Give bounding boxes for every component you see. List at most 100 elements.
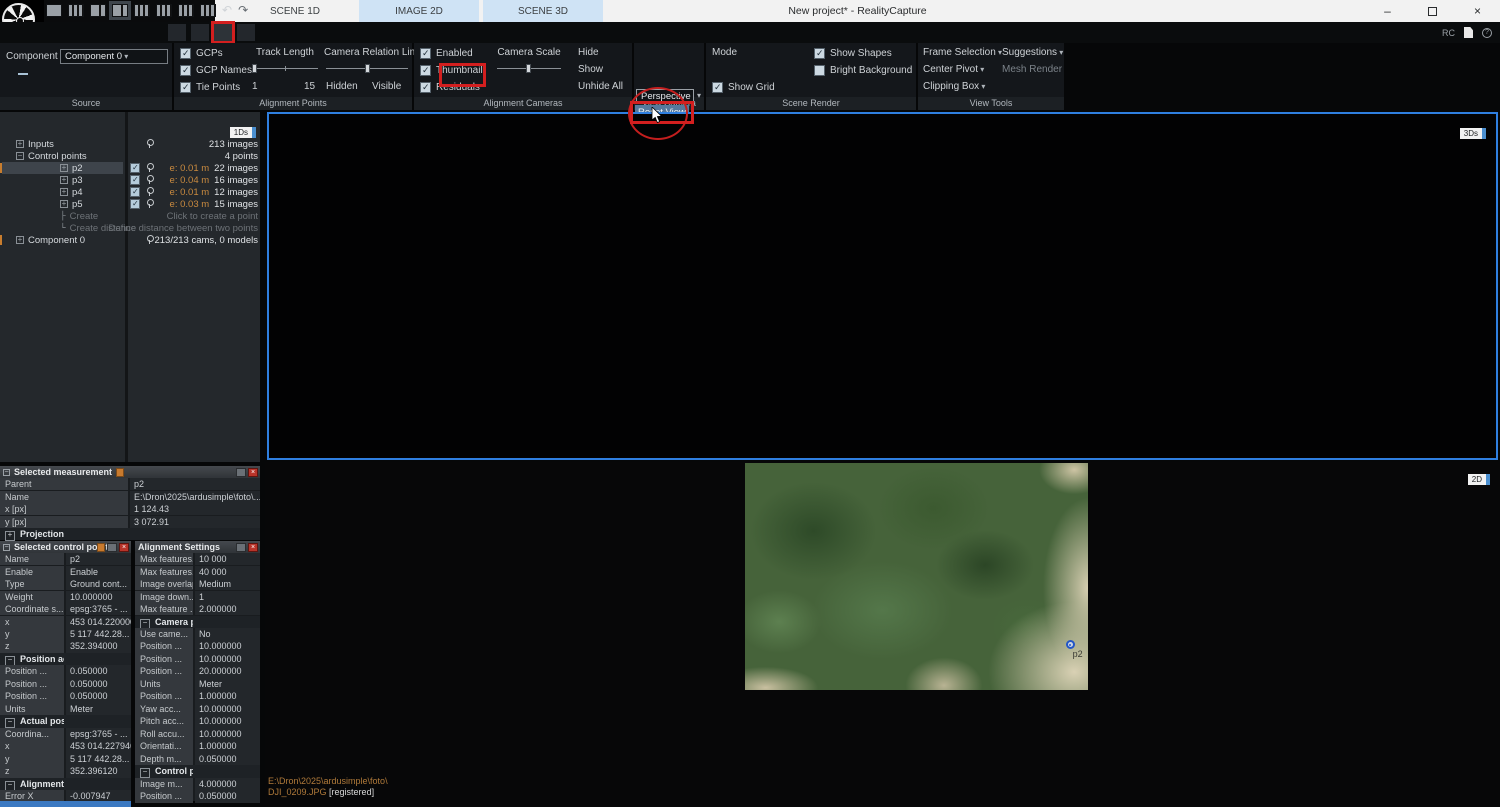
scene-3d-viewport[interactable]: 3Ds xyxy=(267,112,1498,460)
property-row[interactable]: x 453 014.227946 xyxy=(0,740,131,752)
source-color-button[interactable] xyxy=(60,73,70,75)
tree-row[interactable]: + p2 e: 0.01 m 22 images xyxy=(0,162,260,174)
property-row[interactable]: Use came... No xyxy=(135,628,260,640)
ribbon-tab[interactable] xyxy=(68,22,92,43)
expander-icon[interactable]: └ xyxy=(60,224,66,232)
expander-icon[interactable]: + xyxy=(60,176,68,184)
property-row[interactable]: z 352.396120 xyxy=(0,765,131,777)
mesh-render-button[interactable]: Mesh Render xyxy=(1002,64,1062,75)
property-row[interactable]: Position ... 1.000000 xyxy=(135,690,260,702)
bright-background-checkbox[interactable]: Bright Background xyxy=(814,64,912,77)
layout-preset-2-icon[interactable] xyxy=(68,4,84,17)
tree-checkbox-icon[interactable] xyxy=(130,175,140,185)
show-shapes-checkbox[interactable]: Show Shapes xyxy=(814,47,892,60)
property-row[interactable]: Name p2 xyxy=(0,553,131,565)
expander-icon[interactable]: + xyxy=(60,164,68,172)
ribbon-tab[interactable] xyxy=(140,22,164,43)
center-pivot-dropdown[interactable]: Center Pivot xyxy=(923,64,984,75)
track-length-slider[interactable] xyxy=(252,64,318,73)
ribbon-tab[interactable] xyxy=(116,22,140,43)
collapse-icon[interactable]: − xyxy=(3,469,10,476)
layout-preset-8-icon[interactable] xyxy=(200,4,216,17)
expander-icon[interactable]: − xyxy=(16,152,24,160)
tree-row[interactable]: ├ Create Click to create a point xyxy=(0,210,260,222)
tree-checkbox-icon[interactable] xyxy=(130,199,140,209)
layout-preset-1-icon[interactable] xyxy=(46,4,62,17)
undo-icon[interactable]: ↶ xyxy=(222,4,232,17)
property-row[interactable]: Actual position xyxy=(0,715,131,727)
projection-select[interactable]: Perspective xyxy=(636,89,694,104)
expander-icon[interactable]: + xyxy=(60,200,68,208)
property-row[interactable]: Coordinate s... epsg:3765 - ... xyxy=(0,603,131,615)
property-row[interactable]: Depth m... 0.050000 xyxy=(135,753,260,765)
layout-preset-3-icon[interactable] xyxy=(90,4,106,17)
property-row[interactable]: Coordina... epsg:3765 - ... xyxy=(0,728,131,740)
frame-selection-dropdown[interactable]: Frame Selection xyxy=(923,47,1002,58)
camera-relation-lines-slider[interactable] xyxy=(326,64,408,73)
control-point-marker[interactable] xyxy=(1066,640,1075,649)
redo-icon[interactable]: ↷ xyxy=(238,4,248,17)
property-row[interactable]: Position ... 0.050000 xyxy=(0,665,131,677)
source-color-button[interactable] xyxy=(32,73,42,75)
property-row[interactable]: Position ... 0.050000 xyxy=(0,690,131,702)
expander-icon[interactable]: + xyxy=(16,236,24,244)
property-row[interactable]: Image overlap Medium xyxy=(135,578,260,590)
property-row[interactable]: z 352.394000 xyxy=(0,640,131,652)
property-row[interactable]: Position ... 0.050000 xyxy=(0,678,131,690)
property-row[interactable]: Weight 10.000000 xyxy=(0,591,131,603)
ribbon-checkbox-row[interactable]: Enabled xyxy=(420,47,483,60)
property-row[interactable]: Position ... 20.000000 xyxy=(135,665,260,677)
property-row[interactable]: Units Meter xyxy=(0,703,131,715)
slider-handle[interactable] xyxy=(365,64,370,73)
component-select[interactable]: Component 0 xyxy=(60,49,168,64)
property-row[interactable]: Camera prior settings xyxy=(135,616,260,628)
dock-icon[interactable] xyxy=(107,543,117,552)
ribbon-checkbox-row[interactable]: GCP Names xyxy=(180,64,252,77)
alignment-settings-header[interactable]: Alignment Settings × xyxy=(135,541,260,553)
property-row[interactable]: Yaw acc... 10.000000 xyxy=(135,703,260,715)
property-row[interactable]: y 5 117 442.28... xyxy=(0,628,131,640)
selected-measurement-header[interactable]: − Selected measurement × xyxy=(0,466,260,478)
slider-handle[interactable] xyxy=(252,64,257,73)
tree-row[interactable]: − Control points 4 points xyxy=(0,150,260,162)
unhide-all-button[interactable]: Unhide All xyxy=(578,81,623,92)
layout-preset-4-icon[interactable] xyxy=(112,4,128,17)
layout-preset-6-icon[interactable] xyxy=(156,4,172,17)
property-row[interactable]: Enable Enable xyxy=(0,566,131,578)
dock-icon[interactable] xyxy=(236,468,246,477)
suggestions-dropdown[interactable]: Suggestions xyxy=(1002,47,1063,58)
property-row[interactable]: Control point prior setti... xyxy=(135,765,260,777)
minimize-button[interactable]: – xyxy=(1365,0,1410,22)
property-row[interactable]: Units Meter xyxy=(135,678,260,690)
close-button[interactable]: × xyxy=(1455,0,1500,22)
property-row[interactable]: Image down... 1 xyxy=(135,591,260,603)
property-row[interactable]: Orientati... 1.000000 xyxy=(135,740,260,752)
dock-icon[interactable] xyxy=(236,543,246,552)
source-color-button[interactable] xyxy=(18,73,28,75)
close-icon[interactable]: × xyxy=(248,468,258,477)
source-color-button[interactable] xyxy=(4,73,14,75)
hide-button[interactable]: Hide xyxy=(578,47,599,58)
ribbon-tab-boxed[interactable] xyxy=(191,24,209,41)
drone-photo[interactable]: p2 xyxy=(745,463,1088,690)
ribbon-checkbox-row[interactable]: Residuals xyxy=(420,81,483,94)
ribbon-tab-boxed[interactable] xyxy=(168,24,186,41)
property-row[interactable]: Pitch acc... 10.000000 xyxy=(135,715,260,727)
property-row[interactable]: Parent p2 xyxy=(0,478,260,490)
show-button[interactable]: Show xyxy=(578,64,603,75)
tree-row[interactable]: + p5 e: 0.03 m 15 images xyxy=(0,198,260,210)
slider-handle[interactable] xyxy=(526,64,531,73)
ribbon-checkbox-row[interactable]: Tie Points xyxy=(180,81,252,94)
property-row[interactable]: y [px] 3 072.91 xyxy=(0,516,260,528)
ribbon-tab[interactable] xyxy=(44,22,68,43)
property-row[interactable]: Max features... 40 000 xyxy=(135,566,260,578)
property-row[interactable]: Position accuracy xyxy=(0,653,131,665)
help-icon[interactable]: ? xyxy=(1482,28,1492,38)
image-2d-viewport[interactable]: 2D p2 E:\Dron\2025\ardusimple\foto\ DJI_… xyxy=(265,462,1500,807)
property-row[interactable]: Type Ground cont... xyxy=(0,578,131,590)
projection-section-row[interactable]: Projection xyxy=(0,528,260,540)
property-row[interactable]: Alignment report xyxy=(0,778,131,790)
tree-row[interactable]: + Component 0 213/213 cams, 0 models xyxy=(0,234,260,246)
ribbon-tab-boxed[interactable] xyxy=(214,24,232,41)
viewport-2d-badge[interactable]: 2D xyxy=(1468,469,1490,487)
